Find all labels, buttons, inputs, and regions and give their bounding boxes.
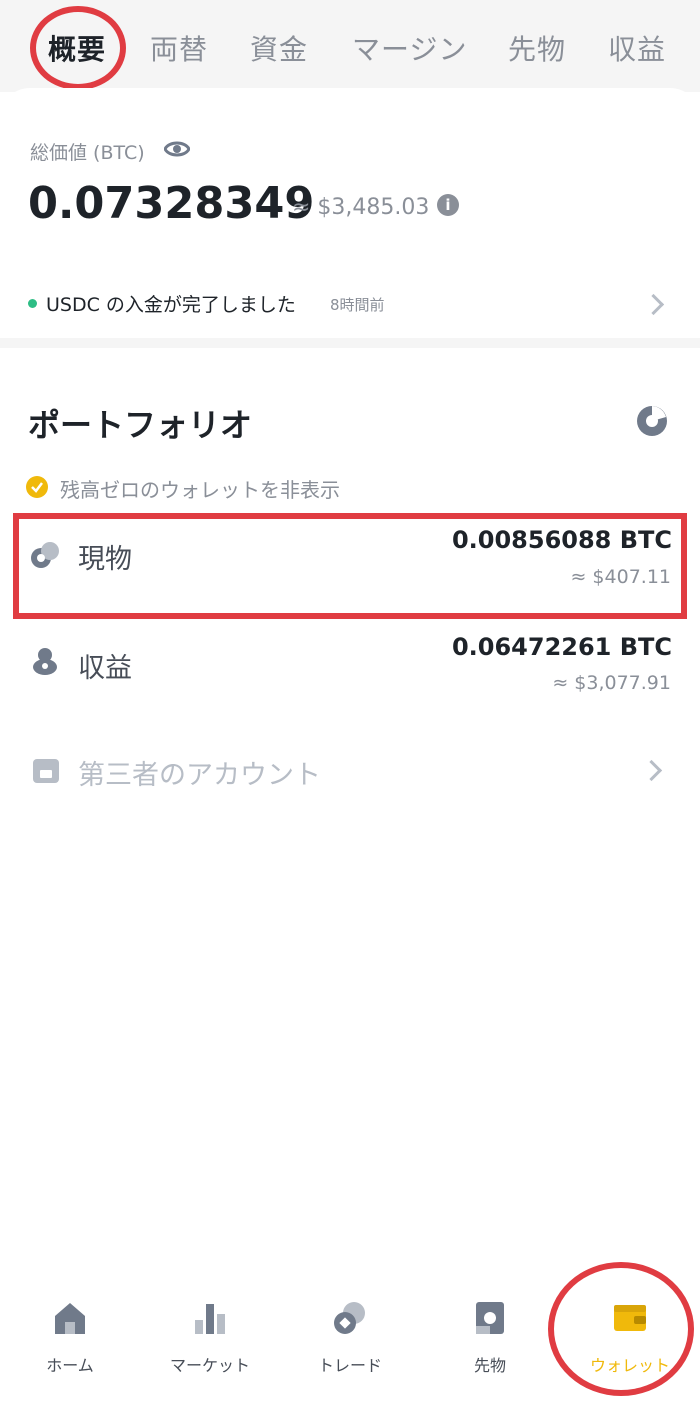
total-usd-value: ≈ $3,485.03 <box>292 195 430 220</box>
market-icon <box>195 1304 225 1334</box>
total-value-label: 総価値 (BTC) <box>30 142 145 164</box>
futures-icon <box>476 1302 504 1334</box>
tab-funding[interactable]: 資金 <box>250 28 308 68</box>
annotation-circle-wallet <box>548 1262 694 1396</box>
deposit-notice-text[interactable]: USDC の入金が完了しました <box>46 290 296 317</box>
nav-label-futures: 先物 <box>473 1356 506 1375</box>
nav-item-market[interactable]: マーケット <box>140 1300 280 1376</box>
wallet-row-usd-earn: ≈ $3,077.91 <box>552 672 671 694</box>
chevron-right-icon[interactable] <box>640 759 663 782</box>
checkbox-checked-icon[interactable] <box>26 476 48 498</box>
total-btc-value: 0.07328349 <box>28 178 315 229</box>
nav-label-home: ホーム <box>46 1356 94 1375</box>
wallet-card-icon <box>33 759 59 783</box>
hide-zero-balance-label[interactable]: 残高ゼロのウォレットを非表示 <box>60 474 340 503</box>
home-icon <box>55 1303 85 1334</box>
nav-item-home[interactable]: ホーム <box>0 1300 140 1376</box>
status-dot <box>28 299 37 308</box>
wallet-row-label-third-party[interactable]: 第三者のアカウント <box>78 753 321 792</box>
deposit-notice-time: 8時間前 <box>330 296 385 314</box>
info-icon[interactable]: i <box>437 194 459 216</box>
trade-icon <box>334 1302 365 1334</box>
pie-chart-icon[interactable] <box>635 404 669 438</box>
annotation-circle-overview <box>30 6 126 90</box>
tab-earn[interactable]: 収益 <box>608 28 666 68</box>
tab-convert[interactable]: 両替 <box>150 28 208 68</box>
eye-icon[interactable] <box>164 137 190 161</box>
nav-label-trade: トレード <box>317 1356 382 1375</box>
earn-icon <box>33 648 57 675</box>
section-divider <box>0 338 700 348</box>
wallet-row-label-earn[interactable]: 収益 <box>78 646 132 685</box>
annotation-box-spot <box>13 513 687 619</box>
wallet-row-btc-earn: 0.06472261 BTC <box>451 633 672 661</box>
nav-item-futures[interactable]: 先物 <box>420 1300 560 1376</box>
tab-margin[interactable]: マージン <box>352 28 467 68</box>
portfolio-title: ポートフォリオ <box>28 406 253 444</box>
nav-label-market: マーケット <box>169 1356 250 1375</box>
nav-item-trade[interactable]: トレード <box>280 1300 420 1376</box>
tab-futures[interactable]: 先物 <box>508 28 566 68</box>
